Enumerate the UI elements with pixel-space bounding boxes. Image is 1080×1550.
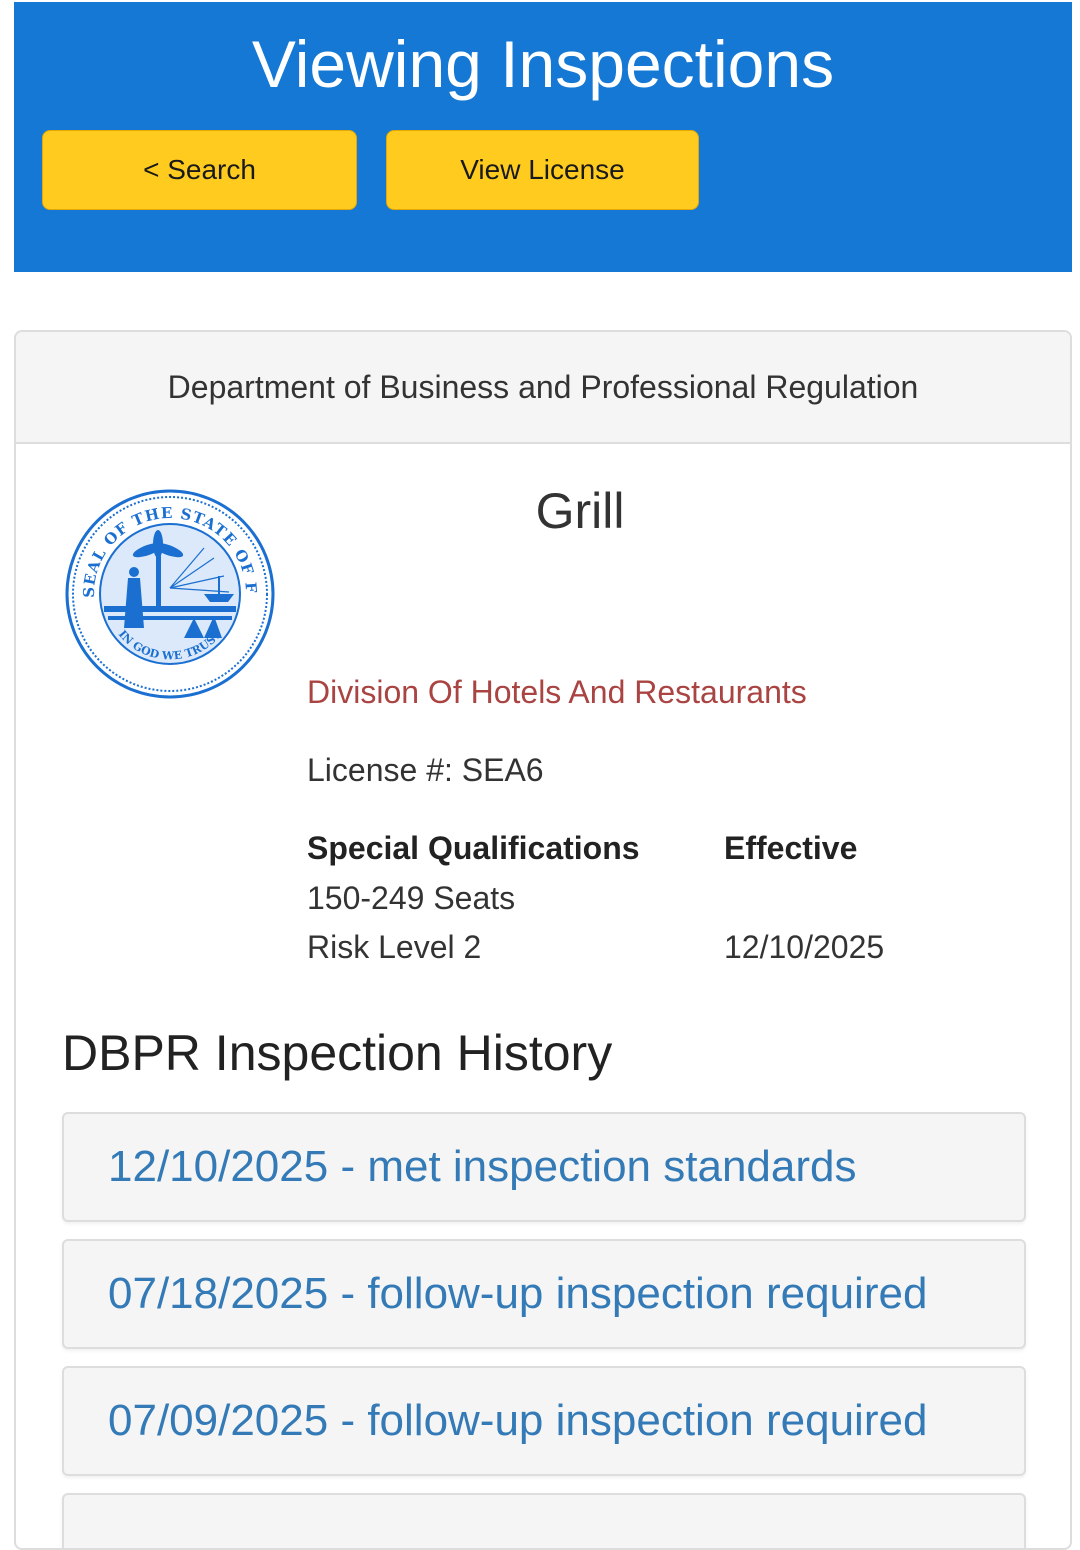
division-name: Division Of Hotels And Restaurants (307, 674, 807, 710)
qualification-seats: 150-249 Seats (307, 880, 516, 916)
effective-date: 12/10/2025 (724, 929, 885, 965)
license-panel: Department of Business and Professional … (14, 330, 1072, 1550)
inspection-item[interactable]: 07/18/2025 - follow-up inspection requir… (62, 1239, 1026, 1349)
florida-seal-icon: GREAT SEAL OF THE STATE OF FLORIDA IN GO… (64, 488, 275, 699)
panel-heading: Department of Business and Professional … (16, 332, 1070, 444)
special-qualifications-header: Special Qualifications (307, 830, 640, 866)
business-name: Grill (535, 483, 625, 539)
inspection-item[interactable] (62, 1493, 1026, 1548)
license-number: License #: SEA6 (307, 752, 544, 788)
page-title: Viewing Inspections (251, 27, 835, 101)
inspection-history-title: DBPR Inspection History (62, 1025, 613, 1081)
view-license-button[interactable]: View License (386, 130, 699, 210)
page-header: Viewing Inspections < Search View Licens… (14, 2, 1072, 272)
effective-header: Effective (724, 830, 858, 866)
inspection-item[interactable]: 07/09/2025 - follow-up inspection requir… (62, 1366, 1026, 1476)
inspection-item[interactable]: 12/10/2025 - met inspection standards (62, 1112, 1026, 1222)
qualification-risk-level: Risk Level 2 (307, 929, 482, 965)
search-back-button[interactable]: < Search (42, 130, 357, 210)
